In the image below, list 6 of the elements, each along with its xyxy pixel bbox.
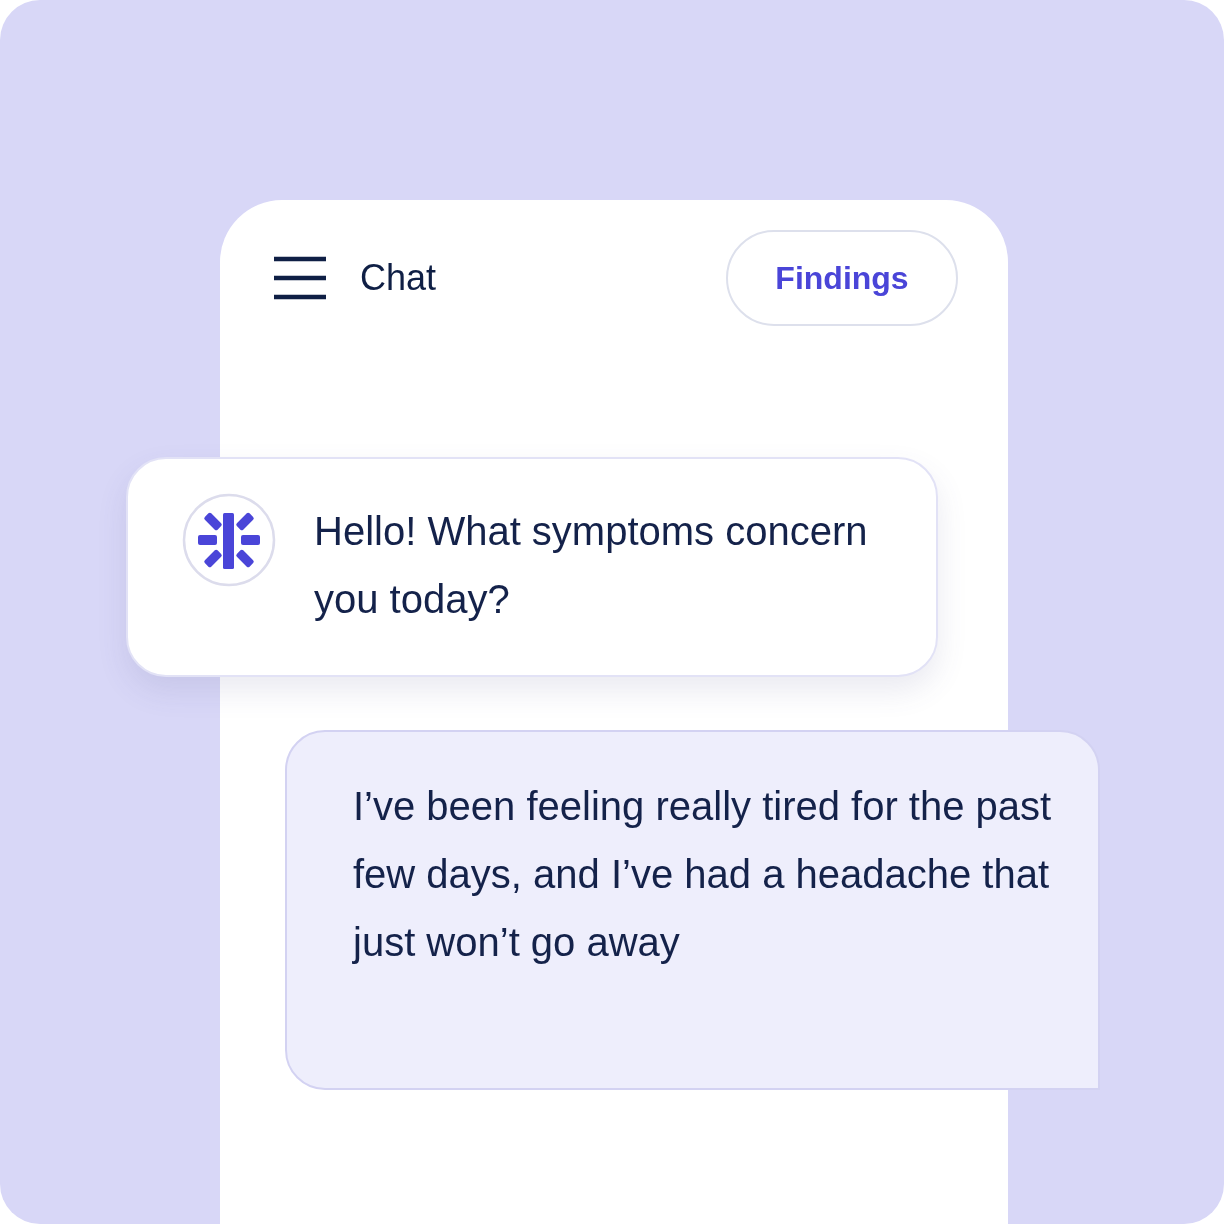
assistant-logo-icon <box>182 493 276 587</box>
message-text: Hello! What symptoms concern you today? <box>314 508 869 623</box>
screen-title: Chat <box>360 257 438 299</box>
findings-button[interactable]: Findings <box>726 230 958 326</box>
message-text: I’ve been feeling really tired for the past few days, and I’ve had a headache that just won’t go away <box>353 783 1053 966</box>
menu-icon[interactable] <box>274 256 326 300</box>
